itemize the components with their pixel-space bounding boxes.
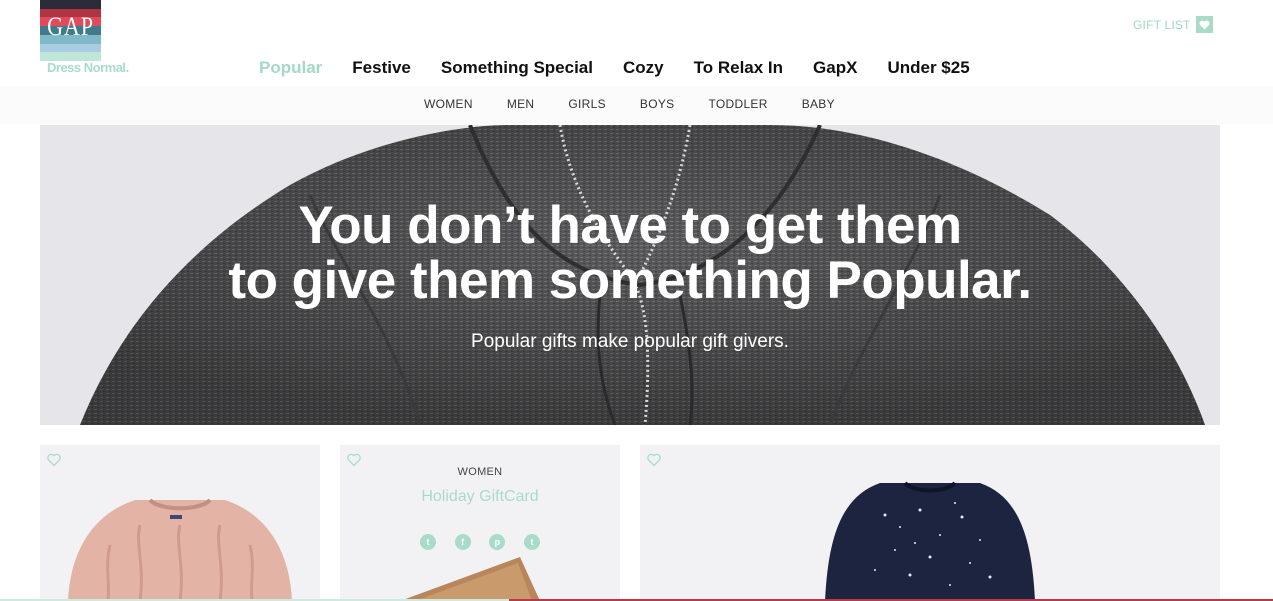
- primary-nav: Popular Festive Something Special Cozy T…: [244, 58, 985, 78]
- product-card-navy-sweater[interactable]: [640, 445, 1220, 601]
- product-card-pink-sweater[interactable]: [40, 445, 320, 601]
- logo-text: GAP: [47, 12, 94, 41]
- pink-sweater-image: [68, 498, 292, 601]
- sub-nav: WOMEN MEN GIRLS BOYS TODDLER BABY: [0, 86, 1273, 124]
- subnav-item-toddler[interactable]: TODDLER: [691, 97, 784, 111]
- heart-icon: [1195, 16, 1213, 33]
- hero-subheadline: Popular gifts make popular gift givers.: [471, 331, 789, 352]
- nav-item-gapx[interactable]: GapX: [798, 58, 872, 78]
- nav-item-something-special[interactable]: Something Special: [426, 58, 608, 78]
- nav-item-popular[interactable]: Popular: [244, 58, 337, 78]
- subnav-item-men[interactable]: MEN: [490, 97, 552, 111]
- hero-headline-line1: You don’t have to get them: [298, 196, 962, 255]
- logo-stripe: [40, 43, 101, 53]
- subnav-item-girls[interactable]: GIRLS: [551, 97, 623, 111]
- subnav-item-baby[interactable]: BABY: [785, 97, 852, 111]
- nav-item-cozy[interactable]: Cozy: [608, 58, 679, 78]
- product-card-gift-card[interactable]: WOMEN Holiday GiftCard t f p t: [340, 445, 620, 601]
- nav-item-to-relax-in[interactable]: To Relax In: [679, 58, 798, 78]
- navy-sweater-image: [825, 481, 1035, 601]
- hero-banner[interactable]: You don’t have to get them to give them …: [40, 125, 1220, 425]
- gift-card-image: [400, 557, 540, 601]
- subnav-item-boys[interactable]: BOYS: [623, 97, 692, 111]
- gift-list-label: GIFT LIST: [1133, 17, 1191, 32]
- hero-headline-line2: to give them something Popular.: [228, 251, 1032, 310]
- logo-stripe: [40, 0, 101, 9]
- gap-logo[interactable]: GAP: [40, 0, 101, 61]
- hero-headline: You don’t have to get them to give them …: [40, 198, 1220, 308]
- nav-item-festive[interactable]: Festive: [337, 58, 426, 78]
- nav-item-under-25[interactable]: Under $25: [872, 58, 984, 78]
- tagline: Dress Normal.: [47, 60, 129, 75]
- gift-list-link[interactable]: GIFT LIST: [1133, 16, 1213, 33]
- subnav-item-women[interactable]: WOMEN: [407, 97, 490, 111]
